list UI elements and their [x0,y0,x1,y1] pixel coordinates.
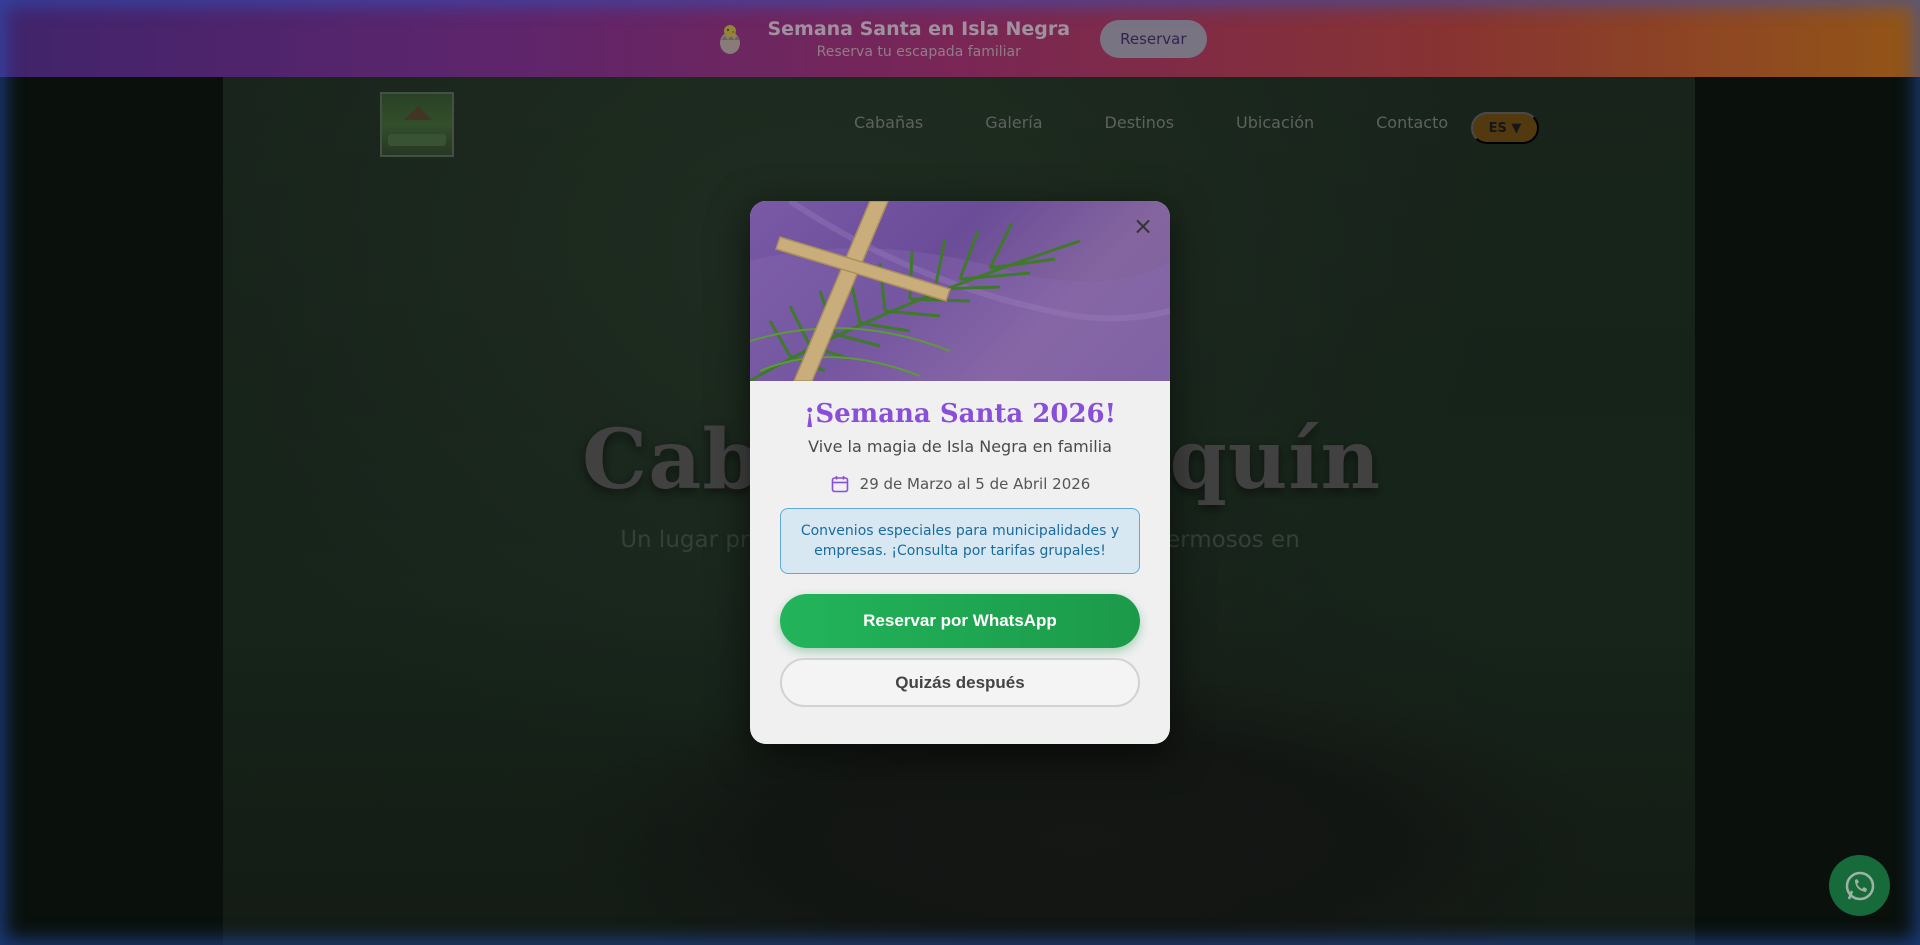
group-rates-info: Convenios especiales para municipalidade… [780,508,1140,574]
modal-title: ¡Semana Santa 2026! [803,399,1117,429]
calendar-icon [831,476,848,493]
reservar-whatsapp-button[interactable]: Reservar por WhatsApp [780,594,1140,648]
palm-cross-image: × [750,201,1170,381]
quizas-despues-button[interactable]: Quizás después [780,658,1140,707]
easter-modal: × ¡Semana Santa 2026! Vive la magia de I… [750,201,1170,744]
modal-body: ¡Semana Santa 2026! Vive la magia de Isl… [750,399,1170,707]
whatsapp-icon [1845,871,1874,900]
whatsapp-float-button[interactable] [1829,855,1890,916]
modal-dates-text: 29 de Marzo al 5 de Abril 2026 [859,475,1091,493]
modal-dates: 29 de Marzo al 5 de Abril 2026 [780,474,1140,494]
close-icon[interactable]: × [1132,214,1154,238]
modal-tagline: Vive la magia de Isla Negra en familia [808,437,1112,456]
